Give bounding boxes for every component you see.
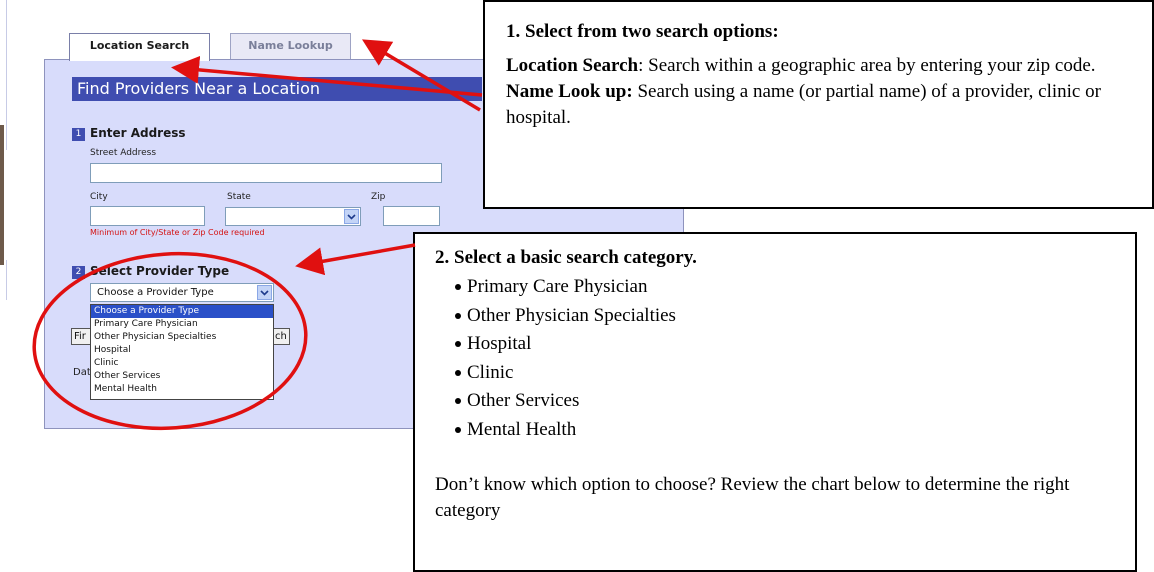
callout-1-name-desc: Name Look up: Search using a name (or pa… — [506, 79, 1132, 131]
dropdown-option[interactable]: Hospital — [91, 344, 273, 357]
callout-search-category: 2. Select a basic search category. Prima… — [413, 232, 1137, 572]
list-item: Hospital — [455, 330, 1115, 359]
bullet-icon — [455, 369, 461, 376]
list-item: Clinic — [455, 359, 1115, 388]
city-label: City — [90, 192, 108, 202]
street-address-input[interactable] — [90, 163, 442, 183]
background-image-fragment — [0, 125, 4, 265]
dropdown-option[interactable]: Primary Care Physician — [91, 318, 273, 331]
state-select[interactable] — [225, 207, 361, 226]
provider-type-select-value: Choose a Provider Type — [97, 287, 214, 298]
dropdown-option[interactable]: Mental Health — [91, 383, 273, 396]
callout-1-heading: 1. Select from two search options: — [506, 21, 779, 42]
partial-text: Dat — [73, 367, 91, 378]
city-input[interactable] — [90, 206, 205, 226]
step-1-label: Enter Address — [90, 126, 186, 140]
step-1-badge: 1 — [72, 128, 85, 141]
zip-label: Zip — [371, 192, 386, 202]
panel-title: Find Providers Near a Location — [72, 77, 482, 101]
list-item: Other Services — [455, 387, 1115, 416]
name-lookup-term: Name Look up: — [506, 81, 633, 102]
chevron-down-icon[interactable] — [344, 209, 359, 224]
category-list: Primary Care Physician Other Physician S… — [435, 273, 1115, 444]
bullet-icon — [455, 312, 461, 319]
bullet-icon — [455, 398, 461, 404]
dropdown-option[interactable]: Choose a Provider Type — [91, 305, 273, 318]
street-address-label: Street Address — [90, 148, 157, 158]
provider-type-dropdown-list[interactable]: Choose a Provider Type Primary Care Phys… — [90, 304, 274, 400]
dropdown-option[interactable]: Other Services — [91, 370, 273, 383]
chevron-down-icon[interactable] — [257, 285, 272, 300]
tab-location-search[interactable]: Location Search — [69, 33, 210, 61]
zip-input[interactable] — [383, 206, 440, 226]
bullet-icon — [455, 341, 461, 347]
callout-2-footer: Don’t know which option to choose? Revie… — [435, 474, 1070, 521]
callout-1-location-desc: Location Search: Search within a geograp… — [506, 53, 1132, 79]
location-search-term: Location Search — [506, 55, 639, 76]
list-item: Other Physician Specialties — [455, 302, 1115, 331]
bullet-icon — [455, 426, 461, 433]
callout-search-options: 1. Select from two search options: Locat… — [483, 0, 1154, 209]
find-button-fragment[interactable]: Fir — [71, 328, 92, 345]
step-2-badge: 2 — [72, 266, 85, 279]
bullet-icon — [455, 284, 461, 290]
page-edge-line — [6, 0, 7, 150]
callout-2-heading: 2. Select a basic search category. — [435, 247, 697, 268]
page-edge-line — [6, 260, 7, 300]
dropdown-option[interactable]: Clinic — [91, 357, 273, 370]
location-search-desc: : Search within a geographic area by ent… — [638, 55, 1096, 76]
state-label: State — [227, 192, 251, 202]
list-item: Primary Care Physician — [455, 273, 1115, 302]
provider-type-select[interactable]: Choose a Provider Type — [90, 283, 274, 302]
required-field-note: Minimum of City/State or Zip Code requir… — [90, 228, 265, 237]
tab-name-lookup[interactable]: Name Lookup — [230, 33, 351, 59]
step-2-label: Select Provider Type — [90, 264, 230, 278]
list-item: Mental Health — [455, 416, 1115, 445]
dropdown-option[interactable]: Other Physician Specialties — [91, 331, 273, 344]
search-button-fragment[interactable]: ch — [272, 328, 290, 345]
